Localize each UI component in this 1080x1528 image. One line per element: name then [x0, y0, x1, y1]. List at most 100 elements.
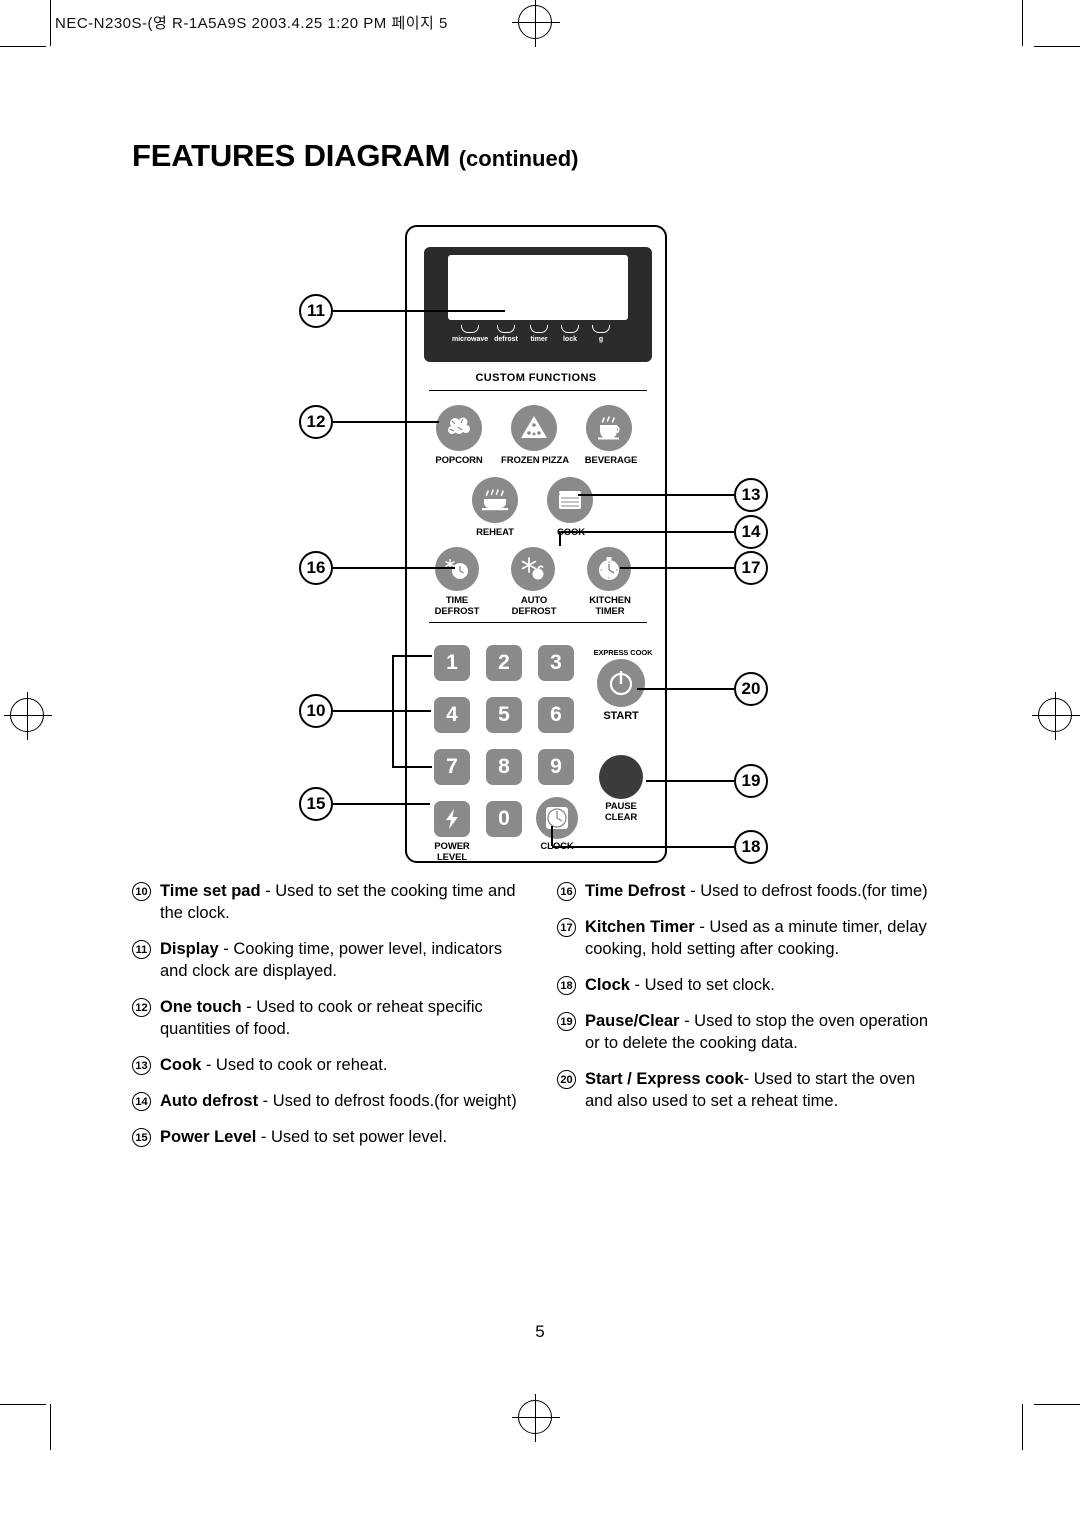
key-3[interactable]: 3 [538, 645, 574, 681]
auto-defrost-label-line2: DEFROST [511, 606, 557, 617]
time-defrost-icon [445, 559, 468, 579]
legend-item-17: 17 Kitchen Timer - Used as a minute time… [557, 916, 947, 960]
registration-mark-right [1032, 692, 1080, 740]
legend-term: Clock [585, 976, 630, 994]
legend-item-16: 16 Time Defrost - Used to defrost foods.… [557, 880, 947, 902]
key-5[interactable]: 5 [486, 697, 522, 733]
start-express-cook-button[interactable] [597, 659, 645, 707]
indicator-label: microwave [452, 336, 489, 343]
key-2[interactable]: 2 [486, 645, 522, 681]
callout-10: 10 [299, 694, 333, 728]
key-0[interactable]: 0 [486, 801, 522, 837]
legend-term: Start / Express cook [585, 1070, 744, 1088]
key-9[interactable]: 9 [538, 749, 574, 785]
clock-icon [546, 807, 568, 829]
power-symbol-icon [609, 671, 633, 696]
power-level-label-line2: LEVEL [436, 852, 468, 863]
popcorn-button[interactable] [436, 405, 482, 451]
time-defrost-label: TIME DEFROST [421, 595, 493, 617]
legend-item-18: 18 Clock - Used to set clock. [557, 974, 947, 996]
start-label: START [603, 710, 639, 722]
cook-button[interactable] [547, 477, 593, 523]
cook-icon [559, 491, 581, 509]
callout-20: 20 [734, 672, 768, 706]
key-7[interactable]: 7 [434, 749, 470, 785]
kitchen-timer-button[interactable] [587, 547, 631, 591]
kitchen-timer-label-line2: TIMER [595, 606, 625, 617]
divider-bottom [429, 622, 647, 623]
pause-clear-button[interactable] [599, 755, 643, 799]
auto-defrost-label-line1: AUTO [520, 595, 548, 606]
kitchen-timer-label: KITCHEN TIMER [574, 595, 646, 617]
callout-13: 13 [734, 478, 768, 512]
page-title-continued: (continued) [458, 146, 579, 171]
legend-number: 13 [132, 1056, 151, 1075]
indicator-glyph-icon [497, 325, 515, 333]
power-level-label-line1: POWER [434, 841, 470, 852]
kitchen-timer-icon [599, 557, 619, 580]
auto-defrost-icon [521, 557, 544, 580]
indicator-label: timer [530, 336, 548, 343]
leader-line-14 [560, 531, 734, 533]
indicator-gram: g [588, 325, 614, 343]
legend-item-14: 14 Auto defrost - Used to defrost foods.… [132, 1090, 522, 1112]
pause-label: PAUSE [605, 801, 637, 812]
leader-line-15 [333, 803, 430, 805]
indicator-lock: lock [557, 325, 583, 343]
express-cook-label: EXPRESS COOK [593, 648, 653, 657]
legend-item-15: 15 Power Level - Used to set power level… [132, 1126, 522, 1148]
legend-number: 18 [557, 976, 576, 995]
indicator-microwave: microwave [452, 325, 488, 343]
power-level-button[interactable] [434, 801, 470, 837]
leader-line-18 [552, 846, 734, 848]
leader-line-10-bracket [392, 655, 394, 767]
beverage-button[interactable] [586, 405, 632, 451]
custom-functions-heading: CUSTOM FUNCTIONS [475, 372, 597, 384]
display-frame: microwave defrost timer lock g [424, 247, 652, 362]
indicator-glyph-icon [530, 325, 548, 333]
legend-number: 14 [132, 1092, 151, 1111]
leader-line-10-top [392, 655, 432, 657]
indicator-timer: timer [525, 325, 553, 343]
time-defrost-button[interactable] [435, 547, 479, 591]
page-number: 5 [535, 1322, 545, 1341]
callout-12: 12 [299, 405, 333, 439]
legend: 10 Time set pad - Used to set the cookin… [132, 880, 952, 1220]
leader-line-17 [620, 567, 734, 569]
leader-line-10 [333, 710, 431, 712]
frozen-pizza-button[interactable] [511, 405, 557, 451]
legend-number: 16 [557, 882, 576, 901]
key-8[interactable]: 8 [486, 749, 522, 785]
crop-mark-bottom-right-h [1034, 1404, 1080, 1405]
key-4[interactable]: 4 [434, 697, 470, 733]
legend-desc: - Used to defrost foods.(for time) [685, 882, 928, 900]
legend-term: Time set pad [160, 882, 261, 900]
popcorn-icon [448, 417, 470, 434]
legend-term: Kitchen Timer [585, 918, 695, 936]
crop-mark-top-left-v [50, 0, 51, 46]
clock-button[interactable] [536, 797, 578, 839]
auto-defrost-button[interactable] [511, 547, 555, 591]
reheat-button[interactable] [472, 477, 518, 523]
key-6[interactable]: 6 [538, 697, 574, 733]
crop-mark-bottom-left-h [0, 1404, 46, 1405]
reheat-label: REHEAT [476, 527, 514, 538]
legend-number: 15 [132, 1128, 151, 1147]
time-defrost-label-line1: TIME [445, 595, 469, 606]
legend-number: 17 [557, 918, 576, 937]
beverage-label: BEVERAGE [584, 455, 638, 466]
key-1[interactable]: 1 [434, 645, 470, 681]
legend-term: Auto defrost [160, 1092, 259, 1110]
page-title-main: FEATURES DIAGRAM [132, 138, 451, 173]
legend-desc: - Used to set clock. [629, 976, 775, 994]
registration-mark-top [512, 0, 560, 47]
leader-line-18-vert [551, 826, 553, 846]
leader-line-14-vert [559, 531, 561, 546]
leader-line-16 [333, 567, 455, 569]
control-panel-diagram: microwave defrost timer lock g CUSTOM FU… [405, 225, 667, 863]
page-title: FEATURES DIAGRAM (continued) [132, 138, 578, 174]
legend-term: Display [160, 940, 219, 958]
lightning-icon [446, 809, 458, 829]
callout-16: 16 [299, 551, 333, 585]
indicator-defrost: defrost [490, 325, 522, 343]
